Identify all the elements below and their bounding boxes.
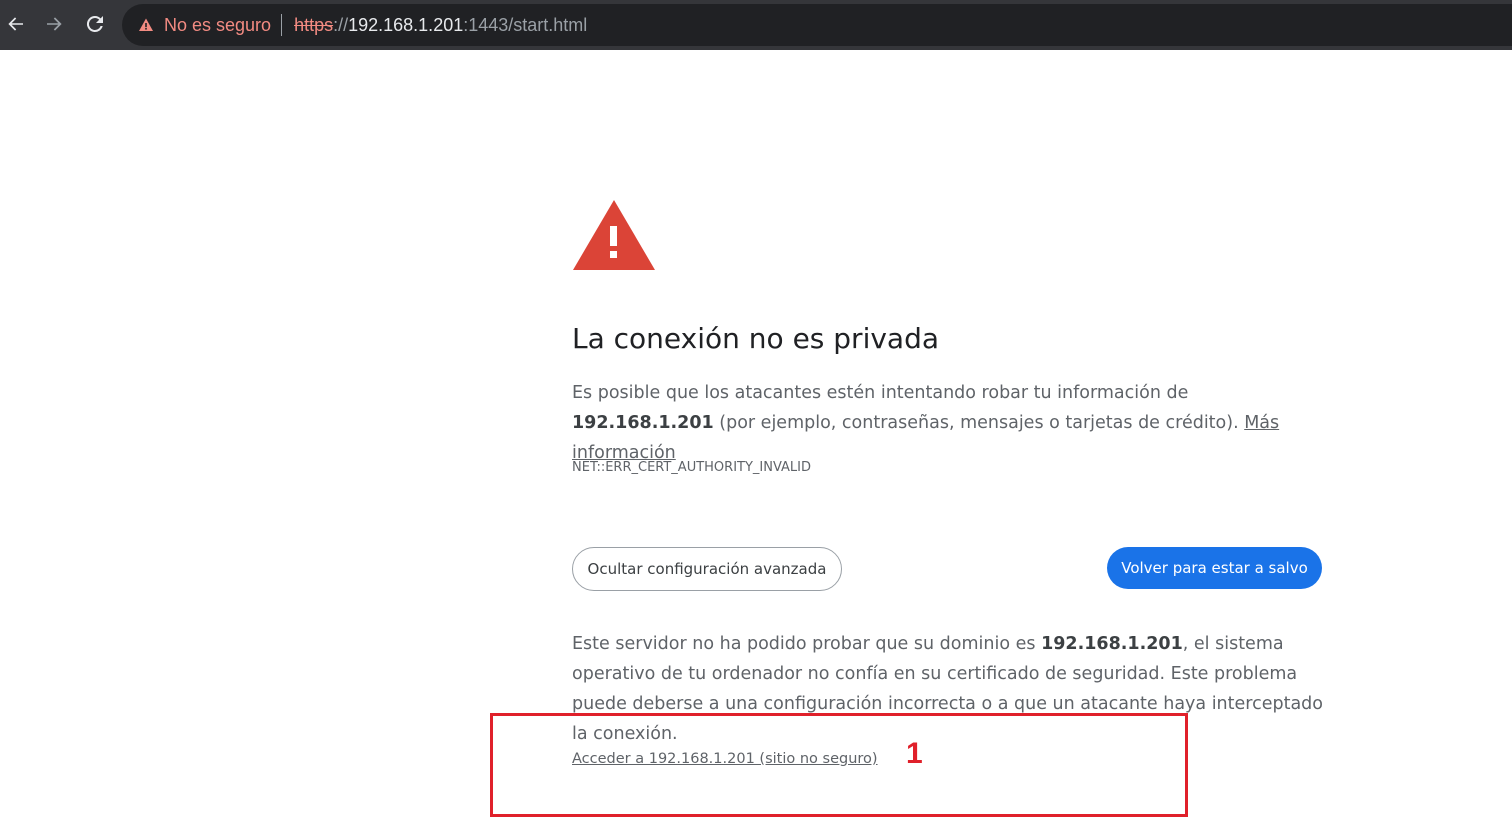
not-secure-warning-icon — [138, 17, 154, 33]
url-scheme-separator: :// — [333, 14, 349, 35]
intro-paragraph: Es posible que los atacantes estén inten… — [572, 378, 1332, 468]
reload-icon[interactable] — [79, 8, 111, 40]
back-arrow-icon[interactable] — [0, 8, 32, 40]
details-text-before: Este servidor no ha podido probar que su… — [572, 634, 1042, 654]
browser-toolbar: No es seguro https://192.168.1.201:1443/… — [0, 0, 1512, 50]
not-secure-label[interactable]: No es seguro — [164, 15, 271, 36]
large-warning-icon — [572, 198, 656, 272]
hide-advanced-button[interactable]: Ocultar configuración avanzada — [572, 547, 842, 591]
url-path: :1443/start.html — [463, 14, 588, 35]
address-bar[interactable]: No es seguro https://192.168.1.201:1443/… — [122, 4, 1512, 46]
omnibox-separator — [281, 14, 283, 36]
intro-text-before: Es posible que los atacantes estén inten… — [572, 383, 1189, 403]
details-host: 192.168.1.201 — [1041, 634, 1183, 654]
url-scheme: https — [294, 14, 334, 35]
url-host: 192.168.1.201 — [348, 14, 464, 35]
intro-text-after: (por ejemplo, contraseñas, mensajes o ta… — [713, 413, 1245, 433]
page-title: La conexión no es privada — [572, 322, 940, 355]
intro-host: 192.168.1.201 — [572, 413, 714, 433]
annotation-step-number: 1 — [906, 737, 923, 770]
url-text[interactable]: https://192.168.1.201:1443/start.html — [294, 15, 587, 36]
annotation-highlight-box — [490, 713, 1188, 817]
forward-arrow-icon[interactable] — [38, 8, 70, 40]
error-code: NET::ERR_CERT_AUTHORITY_INVALID — [572, 460, 812, 475]
back-to-safety-button[interactable]: Volver para estar a salvo — [1107, 547, 1322, 589]
